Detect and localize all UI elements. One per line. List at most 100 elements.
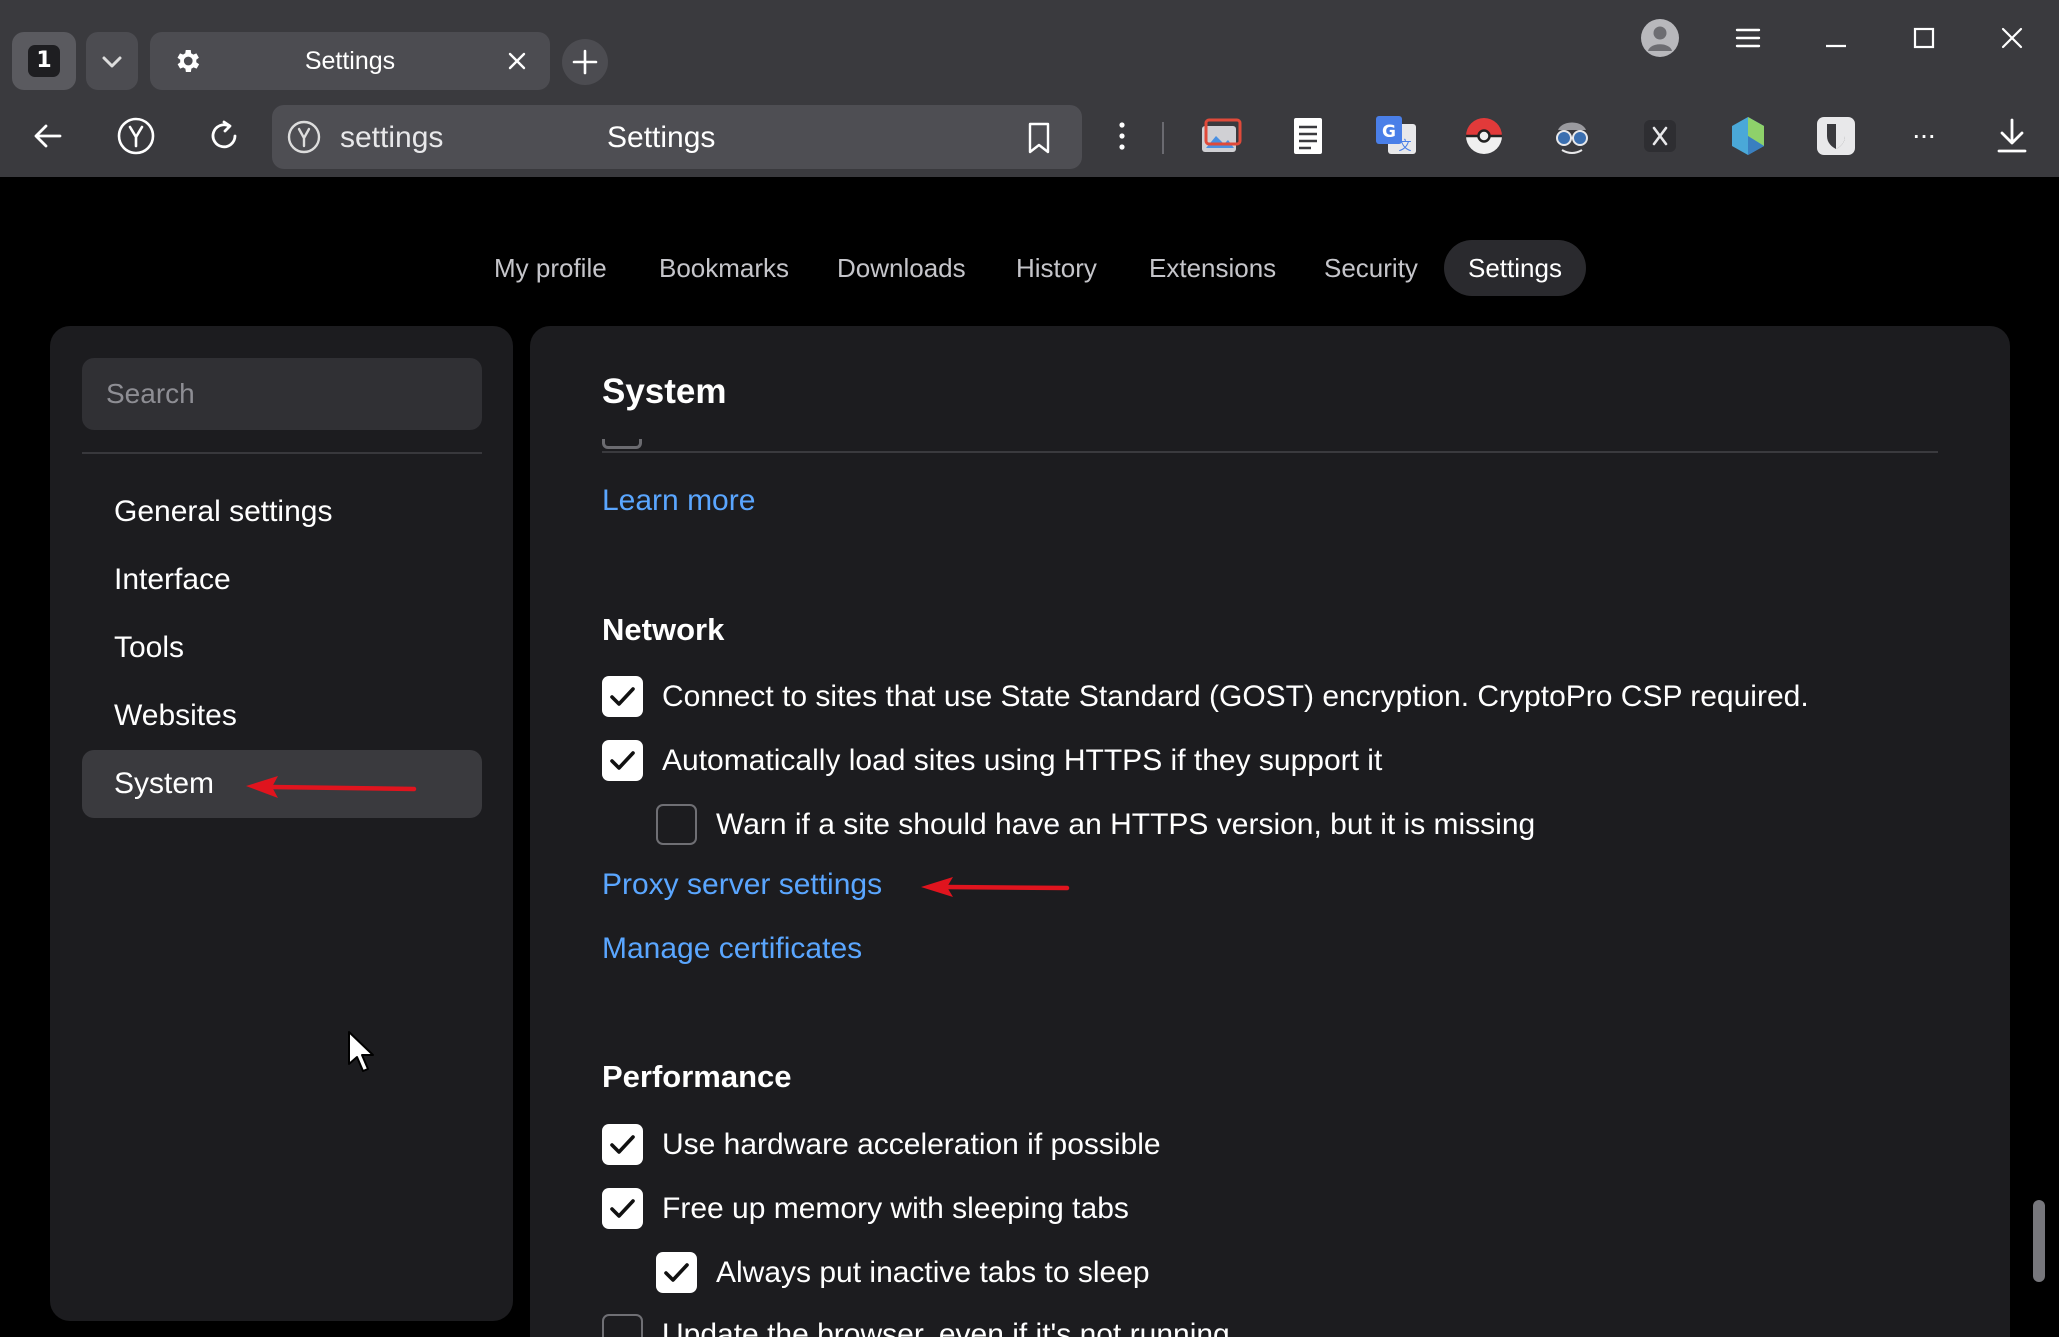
address-bar[interactable]: settings Settings — [272, 105, 1082, 169]
close-tab-icon[interactable] — [506, 50, 528, 72]
shield-icon — [1817, 117, 1855, 155]
checkmark-icon — [610, 687, 635, 706]
settings-search[interactable] — [82, 358, 482, 430]
back-button[interactable] — [26, 114, 70, 158]
checkmark-icon — [610, 1135, 635, 1154]
settings-sidebar: General settings Interface Tools Website… — [50, 326, 513, 1321]
sidebar-item-general[interactable]: General settings — [82, 478, 482, 546]
browser-menu-button[interactable] — [1728, 18, 1768, 58]
tab-counter-button[interactable]: 1 — [12, 32, 76, 90]
more-extensions-button[interactable]: ... — [1902, 114, 1946, 158]
settings-main-panel: System Learn more Network Connect to sit… — [530, 326, 2010, 1337]
address-page-title: Settings — [607, 121, 716, 154]
active-tab[interactable]: Settings — [150, 32, 550, 90]
performance-heading: Performance — [602, 1059, 792, 1094]
extension-screenshot[interactable] — [1198, 114, 1242, 158]
more-options-button[interactable] — [1100, 114, 1144, 158]
browser-toolbar: 1 Settings settings Settings G 文 ... — [0, 0, 2059, 177]
extension-pokeball[interactable] — [1462, 114, 1506, 158]
partially-hidden-checkbox — [602, 439, 642, 449]
annotation-arrow-system — [246, 776, 417, 798]
reload-button[interactable] — [202, 114, 246, 158]
sidebar-item-interface[interactable]: Interface — [82, 546, 482, 614]
pokeball-icon — [1466, 118, 1502, 154]
extension-x[interactable] — [1638, 114, 1682, 158]
sidebar-item-websites[interactable]: Websites — [82, 682, 482, 750]
section-divider — [602, 451, 1938, 453]
learn-more-link[interactable]: Learn more — [602, 484, 755, 518]
new-tab-button[interactable] — [562, 39, 608, 85]
checkmark-icon — [664, 1263, 689, 1282]
checkmark-icon — [610, 751, 635, 770]
nav-settings[interactable]: Settings — [1444, 240, 1586, 296]
avatar-icon — [1641, 19, 1679, 57]
google-translate-icon: G 文 — [1376, 116, 1416, 154]
close-icon — [2001, 27, 2023, 49]
background-update-checkbox[interactable] — [602, 1314, 643, 1337]
yandex-home-button[interactable] — [114, 114, 158, 158]
hamburger-icon — [1735, 28, 1761, 48]
tab-title: Settings — [304, 47, 396, 75]
downloads-button[interactable] — [1990, 114, 2034, 158]
kebab-menu-icon — [1119, 122, 1125, 150]
background-update-label: Update the browser, even if it's not run… — [662, 1318, 1230, 1337]
extension-notes[interactable] — [1286, 114, 1330, 158]
hardware-acceleration-label: Use hardware acceleration if possible — [662, 1128, 1161, 1161]
close-window-button[interactable] — [1992, 18, 2032, 58]
mouse-cursor-icon — [348, 1031, 374, 1072]
sleeping-tabs-checkbox[interactable] — [602, 1188, 643, 1229]
maximize-button[interactable] — [1904, 18, 1944, 58]
minimize-icon — [1826, 44, 1846, 48]
sidebar-divider — [82, 452, 482, 454]
network-heading: Network — [602, 612, 725, 647]
yandex-logo-icon — [117, 117, 155, 155]
maximize-icon — [1913, 27, 1935, 49]
search-input[interactable] — [82, 358, 482, 430]
hexagon-icon — [1732, 117, 1764, 155]
extension-translate[interactable]: G 文 — [1374, 114, 1418, 158]
scrollbar-thumb[interactable] — [2033, 1200, 2045, 1282]
nav-security[interactable]: Security — [1300, 240, 1442, 296]
gost-checkbox[interactable] — [602, 676, 643, 717]
profile-avatar[interactable] — [1640, 18, 1680, 58]
toolbar-separator — [1162, 122, 1164, 154]
page-title: System — [602, 372, 727, 411]
svg-text:G: G — [1382, 122, 1396, 142]
bookmark-icon[interactable] — [1024, 121, 1054, 155]
nav-downloads[interactable]: Downloads — [813, 240, 990, 296]
inactive-tabs-sleep-label: Always put inactive tabs to sleep — [716, 1256, 1150, 1289]
reload-icon — [211, 120, 237, 149]
checkmark-icon — [610, 1199, 635, 1218]
inactive-tabs-sleep-checkbox[interactable] — [656, 1252, 697, 1293]
annotation-arrow-proxy — [921, 877, 1070, 897]
document-icon — [1294, 118, 1322, 154]
settings-top-nav: My profile Bookmarks Downloads History E… — [0, 240, 2059, 296]
hardware-acceleration-checkbox[interactable] — [602, 1124, 643, 1165]
https-autoload-label: Automatically load sites using HTTPS if … — [662, 744, 1383, 777]
tab-count: 1 — [28, 45, 60, 77]
screenshot-extension-icon — [1202, 118, 1242, 152]
extension-hexagon[interactable] — [1726, 114, 1770, 158]
nav-extensions[interactable]: Extensions — [1125, 240, 1300, 296]
proxy-settings-link[interactable]: Proxy server settings — [602, 868, 882, 902]
plus-icon — [572, 49, 598, 75]
https-warn-checkbox[interactable] — [656, 804, 697, 845]
extension-spy[interactable] — [1550, 114, 1594, 158]
minimize-button[interactable] — [1816, 18, 1856, 58]
gost-label: Connect to sites that use State Standard… — [662, 680, 1809, 713]
manage-certificates-link[interactable]: Manage certificates — [602, 932, 862, 966]
extension-bitwarden[interactable] — [1814, 114, 1858, 158]
sidebar-item-tools[interactable]: Tools — [82, 614, 482, 682]
tab-list-button[interactable] — [86, 32, 138, 90]
nav-history[interactable]: History — [992, 240, 1121, 296]
nav-my-profile[interactable]: My profile — [470, 240, 631, 296]
https-warn-label: Warn if a site should have an HTTPS vers… — [716, 808, 1536, 841]
svg-text:文: 文 — [1398, 139, 1411, 154]
https-autoload-checkbox[interactable] — [602, 740, 643, 781]
back-arrow-icon — [34, 124, 62, 148]
chevron-down-icon — [102, 56, 122, 68]
nav-bookmarks[interactable]: Bookmarks — [635, 240, 813, 296]
x-extension-icon — [1644, 120, 1676, 152]
spy-glasses-icon — [1556, 122, 1588, 154]
address-url: settings — [340, 121, 444, 154]
